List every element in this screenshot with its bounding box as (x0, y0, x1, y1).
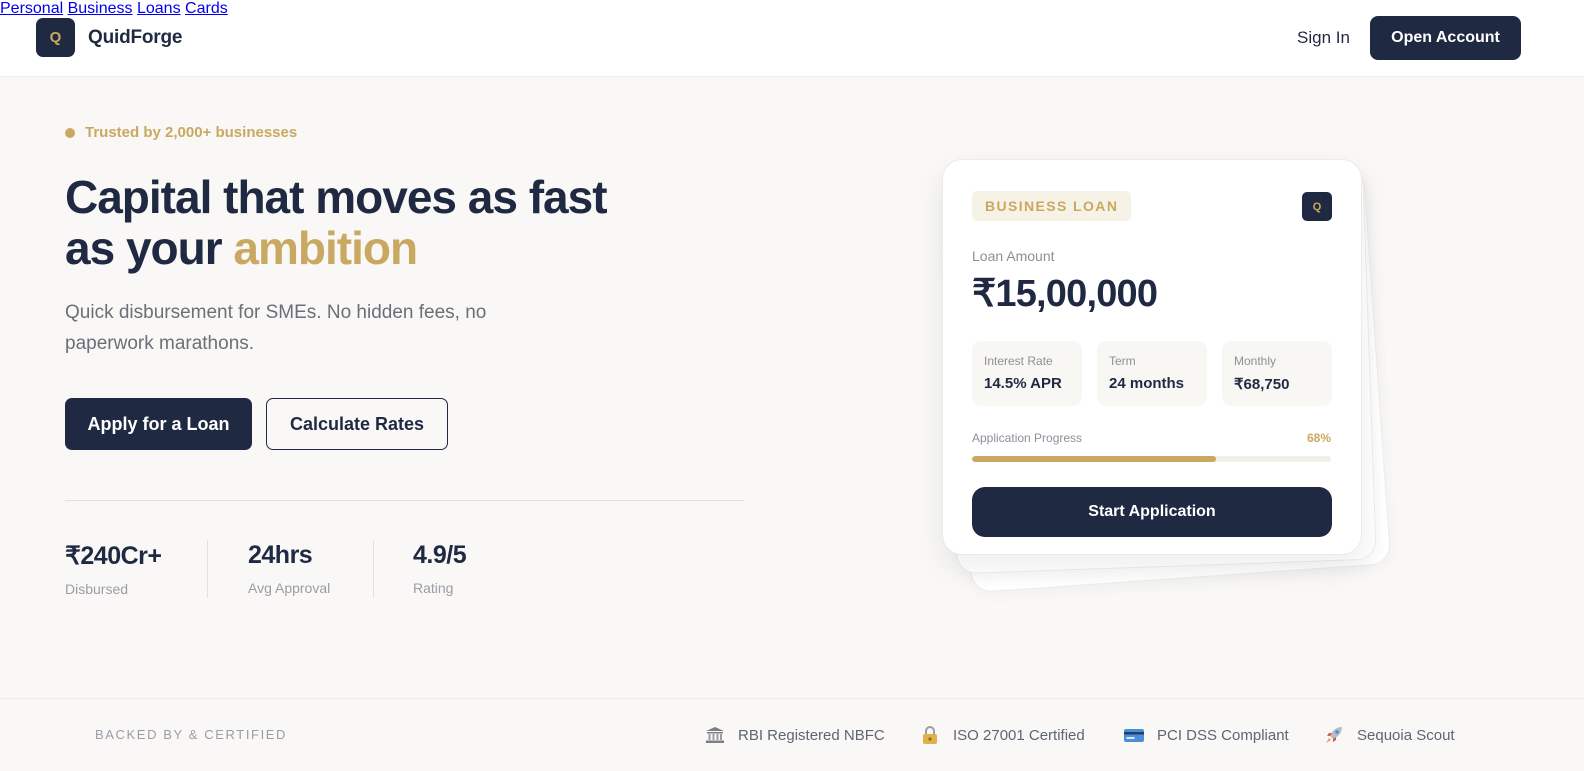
loan-card: BUSINESS LOAN Q Loan Amount ₹15,00,000 I… (942, 159, 1362, 555)
detail-monthly: Monthly ₹68,750 (1222, 341, 1332, 406)
cert-rbi: RBI Registered NBFC (704, 725, 885, 745)
stat-label: Avg Approval (248, 580, 331, 596)
trust-badge: Trusted by 2,000+ businesses (65, 124, 297, 141)
cert-label: RBI Registered NBFC (738, 726, 885, 744)
dot-icon (65, 127, 75, 138)
nav-personal[interactable]: Personal (0, 0, 63, 17)
progress-label: Application Progress (972, 431, 1083, 445)
main-nav: Personal Business Loans Cards (0, 0, 1584, 18)
backed-label: BACKED BY & CERTIFIED (95, 727, 288, 742)
stat-rating: 4.9/5 Rating (413, 541, 467, 596)
apply-loan-button[interactable]: Apply for a Loan (65, 398, 252, 450)
stat-approval: 24hrs Avg Approval (248, 541, 330, 596)
progress-track (972, 456, 1331, 462)
bank-icon (704, 725, 726, 745)
rocket-icon (1323, 725, 1345, 745)
detail-value: 24 months (1109, 375, 1185, 392)
detail-label: Monthly (1234, 354, 1277, 368)
stat-value: 4.9/5 (413, 541, 467, 569)
loan-type-badge: BUSINESS LOAN (972, 191, 1132, 221)
cert-iso: ISO 27001 Certified (919, 725, 1085, 745)
hero-headline: Capital that moves as fast as your ambit… (65, 172, 685, 274)
loan-amount-label: Loan Amount (972, 248, 1055, 264)
trust-badge-text: Trusted by 2,000+ businesses (85, 124, 298, 141)
stat-divider (207, 540, 208, 598)
open-account-button[interactable]: Open Account (1370, 16, 1521, 60)
cert-label: Sequoia Scout (1357, 726, 1455, 744)
brand-name[interactable]: QuidForge (88, 27, 182, 49)
detail-label: Interest Rate (984, 354, 1053, 368)
stat-label: Rating (413, 580, 454, 596)
cert-sequoia: Sequoia Scout (1323, 725, 1455, 745)
certifications-strip: BACKED BY & CERTIFIED RBI Registered NBF… (0, 698, 1584, 771)
nav-loans[interactable]: Loans (137, 0, 181, 17)
cert-label: ISO 27001 Certified (953, 726, 1085, 744)
stat-label: Disbursed (65, 581, 129, 597)
lock-icon (919, 725, 941, 745)
cert-label: PCI DSS Compliant (1157, 726, 1289, 744)
headline-line1: Capital that moves as fast (65, 171, 608, 223)
loan-amount-value: ₹15,00,000 (972, 273, 1158, 315)
cert-pci: PCI DSS Compliant (1123, 725, 1289, 745)
nav-business[interactable]: Business (68, 0, 133, 17)
detail-value: 14.5% APR (984, 375, 1062, 392)
headline-line2: as your (65, 222, 234, 274)
progress-percent: 68% (1306, 431, 1331, 445)
detail-label: Term (1109, 354, 1136, 368)
site-header: Q QuidForge Personal Business Loans Card… (0, 0, 1584, 77)
start-application-button[interactable]: Start Application (972, 487, 1332, 537)
hero-divider (65, 500, 744, 501)
detail-term: Term 24 months (1097, 341, 1207, 406)
stat-value: 24hrs (248, 541, 313, 569)
nav-cards[interactable]: Cards (185, 0, 228, 17)
card-logo-mark: Q (1302, 192, 1332, 221)
stat-value: ₹240Cr+ (65, 542, 162, 570)
logo-mark[interactable]: Q (36, 18, 75, 57)
calculate-rates-button[interactable]: Calculate Rates (266, 398, 448, 450)
detail-interest-rate: Interest Rate 14.5% APR (972, 341, 1082, 406)
headline-accent: ambition (233, 222, 418, 274)
progress-fill (972, 456, 1217, 462)
stat-divider (373, 540, 374, 598)
sign-in-link[interactable]: Sign In (1297, 28, 1350, 48)
credit-card-icon (1123, 725, 1145, 745)
hero-subtext: Quick disbursement for SMEs. No hidden f… (65, 302, 487, 354)
stat-disbursed: ₹240Cr+ Disbursed (65, 541, 162, 597)
detail-value: ₹68,750 (1234, 376, 1290, 393)
